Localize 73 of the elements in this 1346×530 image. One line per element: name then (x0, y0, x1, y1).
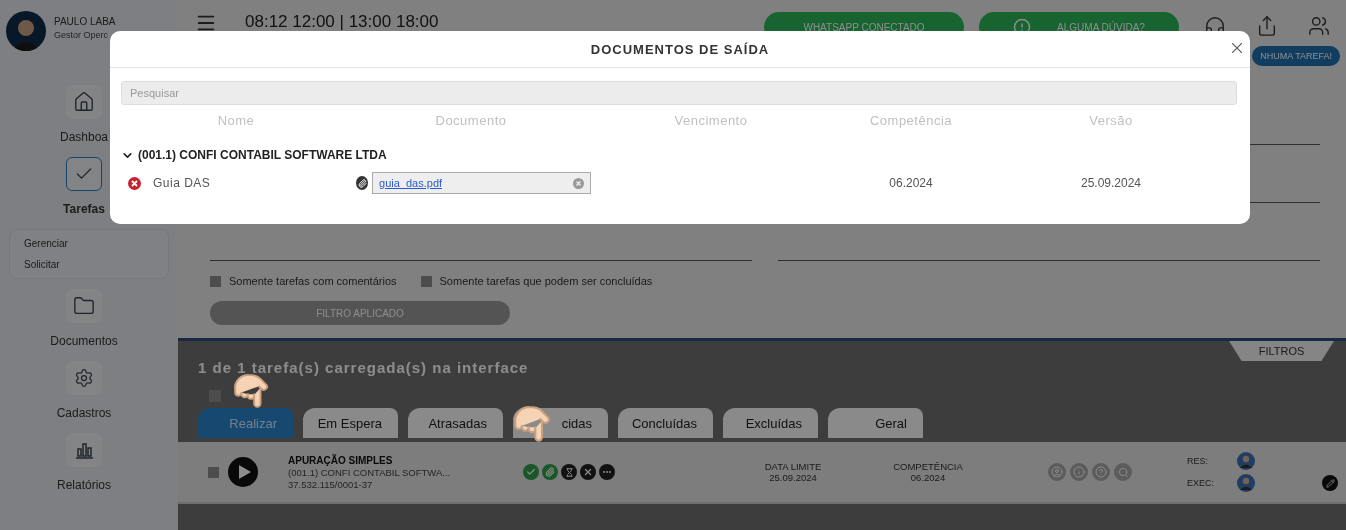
bar-chart-icon (74, 440, 94, 460)
due-label: DATA LIMITE (764, 461, 822, 472)
more-icon[interactable] (599, 464, 615, 480)
task-row[interactable]: APURAÇÃO SIMPLES (001.1) CONFI CONTABIL SOFTWA... 37.532.115/0001-37 DATA LIMITE 25.09.2024 COMPETÊNCIA 06.2024 RES: EXEC: (178, 442, 1346, 504)
responsible-label: RES: (1187, 455, 1209, 467)
nav-label: Dashboa (59, 130, 108, 144)
task-tab[interactable]: Geral (828, 408, 923, 438)
nav-button[interactable] (66, 85, 102, 119)
nav-label: Tarefas (63, 202, 105, 216)
executor-avatar (1237, 474, 1255, 492)
company-group[interactable]: (001.1) CONFI CONTABIL SOFTWARE LTDA (121, 148, 387, 162)
user-name: PAULO LABA (54, 16, 116, 27)
checkbox[interactable] (420, 275, 432, 287)
submenu-item[interactable]: Solicitar (24, 259, 154, 270)
checkbox[interactable] (210, 275, 221, 287)
column-header: Competência (869, 113, 953, 128)
due-date: 25.09.2024 (769, 472, 817, 483)
competence-label: COMPETÊNCIA (893, 461, 963, 472)
paperclip-icon[interactable] (542, 464, 558, 480)
clear-icon[interactable] (573, 177, 584, 189)
nav-label: Cadastros (56, 406, 112, 420)
filters-tab[interactable]: FILTROS (1229, 341, 1334, 361)
task-tab[interactable]: Concluídas (618, 408, 713, 438)
edit-button[interactable] (1322, 475, 1338, 491)
task-badge: NHUMA TAREFA! (1252, 46, 1340, 66)
document-name: Guia DAS (153, 176, 211, 190)
submenu-item[interactable]: Gerenciar (24, 238, 154, 249)
nav-button[interactable] (66, 361, 102, 395)
check-icon[interactable] (523, 464, 539, 480)
checkbox-label: Somente tarefas que podem ser concluídas (439, 275, 653, 287)
folder-icon (73, 295, 95, 317)
share-icon[interactable] (1256, 15, 1278, 37)
paperclip-icon[interactable] (356, 176, 369, 190)
checkbox-label: Somente tarefas com comentários (229, 275, 397, 287)
play-button[interactable] (228, 457, 258, 487)
search-field[interactable]: Pesquisar (121, 81, 1237, 105)
work-schedule: 08:12 12:00 | 13:00 18:00 (245, 12, 439, 32)
play-icon (238, 465, 251, 479)
error-icon (128, 176, 141, 190)
file-field[interactable]: guia_das.pdf (372, 172, 591, 194)
pointing-hand-icon (512, 404, 552, 444)
user-avatar (6, 11, 46, 51)
checkbox[interactable] (208, 466, 219, 478)
column-header: Vencimento (674, 113, 748, 128)
task-company: (001.1) CONFI CONTABIL SOFTWA... (288, 466, 452, 478)
nav-button[interactable] (66, 289, 102, 323)
nav-label: Documentos (50, 334, 118, 348)
column-header: Versão (1089, 113, 1133, 128)
users-icon[interactable] (1308, 15, 1330, 37)
task-summary: 1 de 1 tarefa(s) carregada(s) na interface (198, 359, 529, 376)
task-tab[interactable]: Em Espera (303, 408, 398, 438)
nav-label: Relatórios (57, 478, 111, 492)
close-icon[interactable] (580, 464, 596, 480)
pencil-icon (1325, 478, 1335, 488)
responsible-avatar (1237, 452, 1255, 470)
column-header: Documento (435, 113, 507, 128)
competence-value: 06.2024 (910, 472, 946, 483)
nav-button[interactable] (66, 433, 102, 467)
column-header: Nome (217, 113, 255, 128)
nav-button[interactable] (66, 157, 102, 191)
task-tab[interactable]: Excluídas (723, 408, 818, 438)
user-role: Gestor Operc (54, 30, 110, 40)
task-title: APURAÇÃO SIMPLES (288, 454, 394, 466)
hourglass-icon[interactable] (561, 464, 577, 480)
competence-value: 06.2024 (889, 176, 933, 190)
gear-icon (74, 368, 94, 388)
file-link[interactable]: guia_das.pdf (379, 177, 443, 189)
executor-label: EXEC: (1187, 477, 1215, 489)
home-icon (73, 91, 95, 113)
dialog-title: DOCUMENTOS DE SAÍDA (590, 41, 770, 57)
task-tab[interactable]: Atrasadas (408, 408, 503, 438)
version-value: 25.09.2024 (1080, 176, 1142, 190)
task-cnpj: 37.532.115/0001-37 (288, 478, 374, 490)
